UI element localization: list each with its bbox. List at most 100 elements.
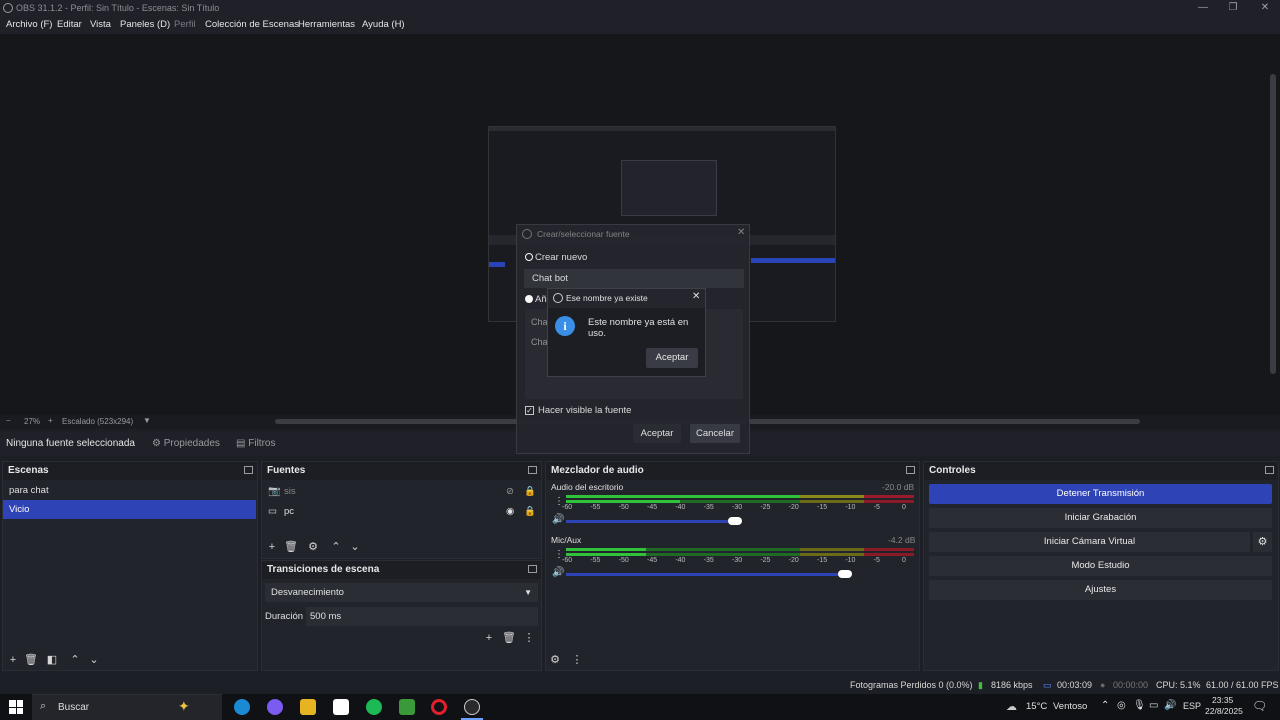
undock-icon[interactable]: [1265, 466, 1274, 474]
hidden-eye-icon[interactable]: ⊘: [506, 482, 514, 501]
volume-icon[interactable]: 🔊: [1164, 700, 1176, 711]
menu-view[interactable]: Vista: [90, 16, 111, 34]
tray-app-icon[interactable]: ◎: [1117, 700, 1126, 711]
menu-help[interactable]: Ayuda (H): [362, 16, 405, 34]
transition-select[interactable]: Desvanecimiento ▼: [265, 583, 538, 602]
move-down-icon[interactable]: ⌄: [348, 540, 362, 554]
volume-slider[interactable]: [566, 573, 846, 576]
scene-item[interactable]: Vicio: [3, 500, 256, 519]
speaker-icon[interactable]: 🔊: [552, 567, 564, 578]
notification-icon[interactable]: 🗨: [1252, 699, 1267, 713]
menu-tools[interactable]: Herramientas: [298, 16, 355, 34]
weather-temp[interactable]: 15°C: [1026, 701, 1047, 712]
taskbar: ⌕ Buscar ✦ ☁ 15°C Ventoso ⌃ ◎ 🎙 ▭ 🔊 ESP …: [0, 694, 1280, 720]
capture-highlight: [489, 262, 505, 267]
menu-edit[interactable]: Editar: [57, 16, 82, 34]
more-options-icon[interactable]: ⋮: [522, 631, 536, 645]
add-transition-icon[interactable]: +: [482, 631, 496, 645]
stop-streaming-button[interactable]: Detener Transmisión: [929, 484, 1272, 504]
preview-vertical-scrollbar[interactable]: [1270, 74, 1276, 374]
source-item[interactable]: ▭ pc ◉ 🔒: [262, 502, 541, 521]
clock-time[interactable]: 23:35: [1212, 695, 1233, 705]
scene-filters-icon[interactable]: ◧: [45, 653, 59, 667]
properties-button[interactable]: ⚙ Propiedades: [148, 435, 228, 453]
move-down-icon[interactable]: ⌄: [87, 653, 101, 667]
minimize-button[interactable]: —: [1188, 0, 1218, 16]
lock-icon[interactable]: 🔒: [524, 502, 536, 521]
obs-taskbar-icon[interactable]: [464, 699, 480, 715]
settings-button[interactable]: Ajustes: [929, 580, 1272, 600]
menu-docks[interactable]: Paneles (D): [120, 16, 170, 34]
chevron-down-icon: ▼: [524, 588, 532, 597]
source-item[interactable]: 📷 sis ⊘ 🔒: [262, 482, 541, 501]
transition-value: Desvanecimiento: [271, 587, 344, 598]
close-button[interactable]: ✕: [1250, 0, 1280, 16]
meter-bar: [680, 500, 800, 503]
scale-dropdown-icon[interactable]: ▼: [143, 416, 151, 425]
clock-date[interactable]: 22/8/2025: [1205, 706, 1243, 716]
language-indicator[interactable]: ESP: [1183, 701, 1201, 711]
minecraft-icon[interactable]: [399, 699, 415, 715]
add-source-icon[interactable]: +: [265, 540, 279, 554]
accept-button[interactable]: Aceptar: [633, 424, 681, 443]
opera-icon[interactable]: [431, 699, 447, 715]
weather-desc[interactable]: Ventoso: [1053, 701, 1087, 712]
source-name-input[interactable]: Chat bot: [524, 269, 744, 288]
store-icon[interactable]: [333, 699, 349, 715]
radio-create-new[interactable]: [525, 253, 533, 261]
record-icon: ●: [1100, 680, 1106, 690]
zoom-out-button[interactable]: −: [6, 416, 11, 425]
menu-profile[interactable]: Perfil: [174, 16, 196, 34]
visible-checkbox[interactable]: ✓: [525, 406, 534, 415]
undock-icon[interactable]: [528, 565, 537, 573]
start-recording-button[interactable]: Iniciar Grabación: [929, 508, 1272, 528]
stream-time: 00:03:09: [1057, 680, 1093, 690]
remove-transition-icon[interactable]: 🗑: [502, 631, 516, 645]
undock-icon[interactable]: [244, 466, 253, 474]
duration-input[interactable]: 500 ms: [306, 607, 538, 626]
undock-icon[interactable]: [528, 466, 537, 474]
volume-slider[interactable]: [566, 520, 740, 523]
radio-add-existing[interactable]: [525, 295, 533, 303]
network-icon[interactable]: ▭: [1149, 700, 1158, 711]
speaker-icon[interactable]: 🔊: [552, 514, 564, 525]
spotify-icon[interactable]: [366, 699, 382, 715]
zoom-in-button[interactable]: +: [48, 416, 53, 425]
visible-eye-icon[interactable]: ◉: [506, 502, 514, 521]
undock-icon[interactable]: [906, 466, 915, 474]
edge-icon[interactable]: [234, 699, 250, 715]
virtual-camera-settings-icon[interactable]: ⚙: [1253, 532, 1272, 552]
windows-start-icon[interactable]: [9, 700, 23, 714]
visible-label: Hacer visible la fuente: [538, 405, 632, 416]
maximize-button[interactable]: ❐: [1218, 0, 1248, 16]
scenes-title: Escenas: [3, 462, 257, 480]
file-explorer-icon[interactable]: [300, 699, 316, 715]
tray-chevron-icon[interactable]: ⌃: [1101, 700, 1109, 711]
menu-scene-collection[interactable]: Colección de Escenas: [205, 16, 299, 34]
volume-handle[interactable]: [838, 570, 852, 578]
filter-icon: ▤: [236, 438, 249, 449]
volume-handle[interactable]: [728, 517, 742, 525]
selected-source-label: Ninguna fuente seleccionada: [6, 438, 135, 449]
taskbar-search[interactable]: ⌕ Buscar ✦: [32, 694, 222, 720]
add-scene-icon[interactable]: +: [6, 653, 20, 667]
microphone-icon[interactable]: 🎙: [1133, 700, 1146, 711]
dialog-close-icon[interactable]: ✕: [692, 291, 700, 302]
start-virtual-camera-button[interactable]: Iniciar Cámara Virtual: [929, 532, 1250, 552]
menu-file[interactable]: Archivo (F): [6, 16, 52, 34]
filters-button[interactable]: ▤ Filtros: [232, 435, 282, 453]
copilot-icon[interactable]: [267, 699, 283, 715]
scene-item[interactable]: para chat: [3, 481, 257, 500]
studio-mode-button[interactable]: Modo Estudio: [929, 556, 1272, 576]
accept-button[interactable]: Aceptar: [646, 348, 698, 368]
remove-scene-icon[interactable]: 🗑: [24, 653, 38, 667]
move-up-icon[interactable]: ⌃: [68, 653, 82, 667]
lock-icon[interactable]: 🔒: [524, 482, 536, 501]
cancel-button[interactable]: Cancelar: [690, 424, 740, 443]
mixer-menu-icon[interactable]: ⋮: [570, 653, 584, 667]
remove-source-icon[interactable]: 🗑: [284, 540, 298, 554]
move-up-icon[interactable]: ⌃: [329, 540, 343, 554]
dialog-close-icon[interactable]: ✕: [737, 227, 745, 238]
advanced-audio-icon[interactable]: ⚙: [548, 653, 562, 667]
source-properties-icon[interactable]: ⚙: [306, 540, 320, 554]
